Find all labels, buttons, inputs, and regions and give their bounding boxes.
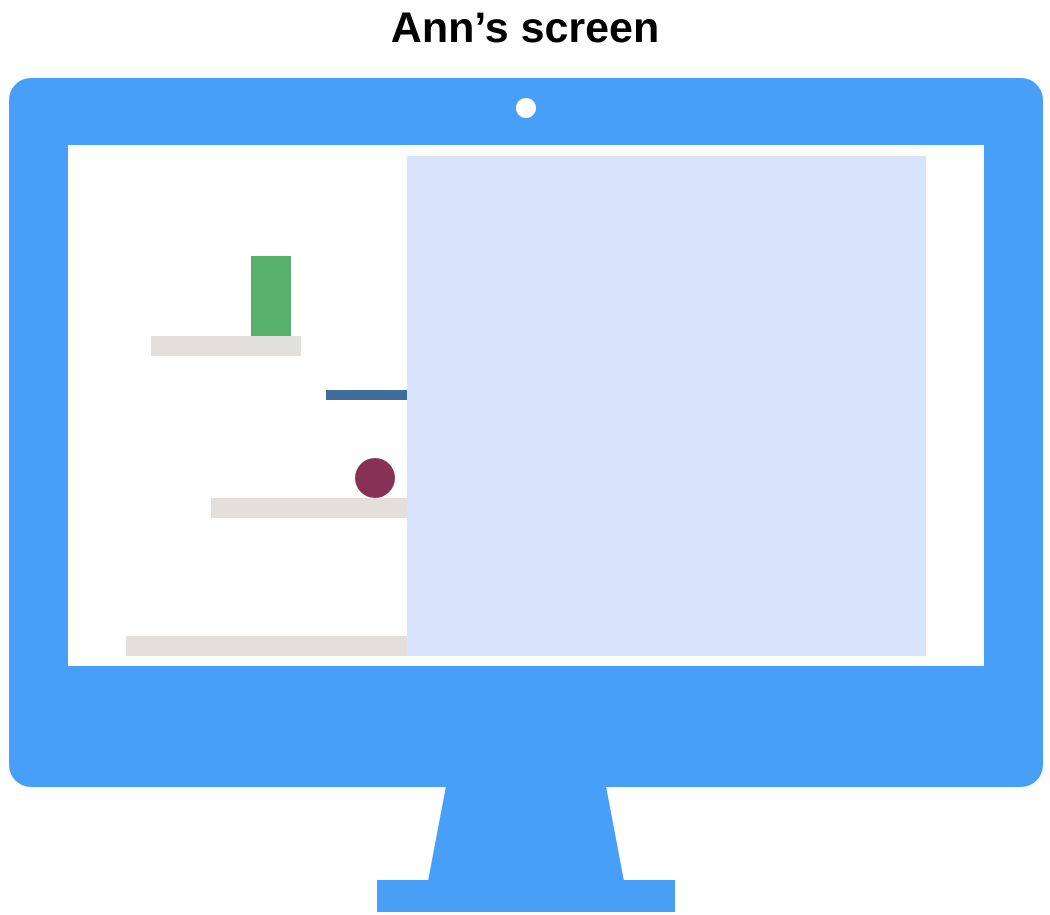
blue-stick [326,390,407,400]
occluder-panel [407,156,926,656]
middle-shelf [211,498,407,518]
monitor-stand-base [377,880,675,912]
green-block [251,256,291,336]
top-shelf [151,336,301,356]
monitor-stand-neck [428,786,624,881]
bottom-shelf [126,636,407,656]
red-ball [355,458,395,498]
monitor-screen [68,145,984,666]
